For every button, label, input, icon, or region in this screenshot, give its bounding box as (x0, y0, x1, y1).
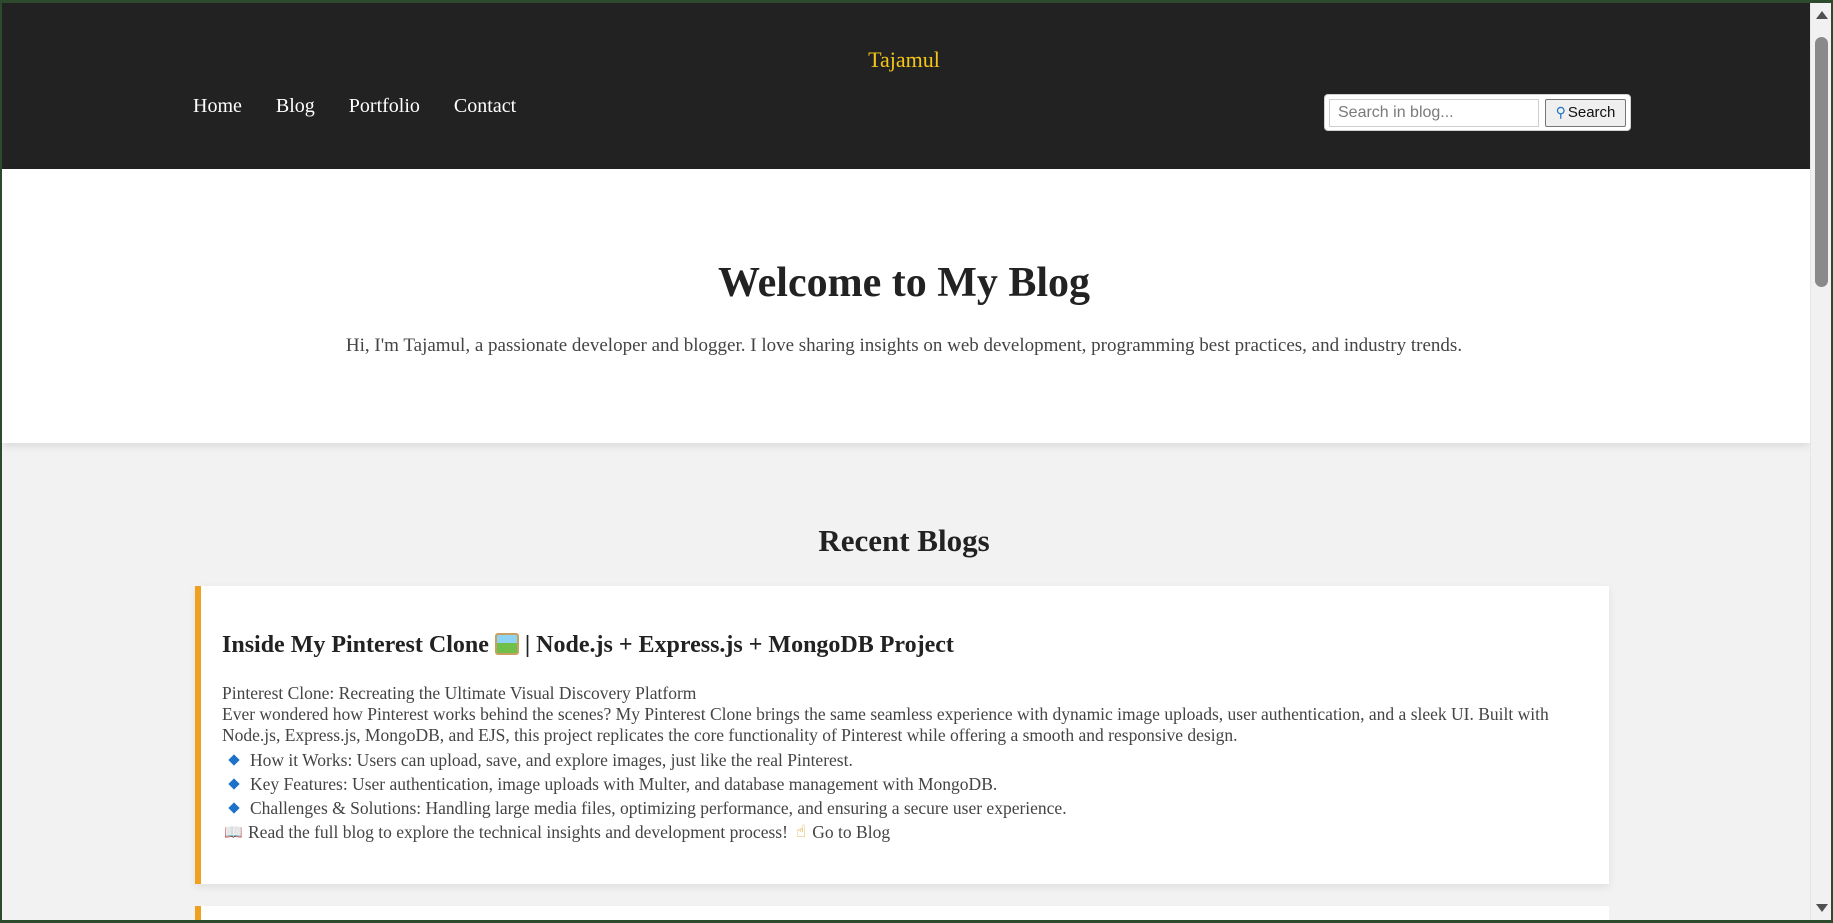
blue-diamond-icon (228, 802, 240, 814)
blog-card-next (195, 906, 1609, 920)
list-item: How it Works: Users can upload, save, an… (222, 748, 1589, 772)
nav-blog[interactable]: Blog (276, 95, 315, 118)
scroll-up-arrow-icon[interactable] (1816, 11, 1828, 19)
bullet-text: Key Features: User authentication, image… (250, 774, 998, 794)
blue-diamond-icon (228, 754, 240, 766)
bullet-text: Challenges & Solutions: Handling large m… (250, 798, 1067, 818)
search-button-label: Search (1567, 104, 1616, 121)
blog-card-subtitle: Pinterest Clone: Recreating the Ultimate… (222, 683, 697, 703)
hero-title: Welcome to My Blog (717, 260, 1091, 306)
blog-card-bullets: How it Works: Users can upload, save, an… (222, 748, 1589, 820)
magnifier-icon: ⚲ (1555, 104, 1566, 120)
scrollbar-thumb[interactable] (1815, 37, 1828, 287)
hero-intro: Hi, I'm Tajamul, a passionate developer … (345, 335, 1463, 356)
nav-contact[interactable]: Contact (454, 95, 516, 118)
recent-blogs-title: Recent Blogs (818, 523, 990, 558)
nav-home[interactable]: Home (193, 95, 242, 118)
site-header: Tajamul Home Blog Portfolio Contact ⚲ Se… (2, 3, 1810, 169)
list-item: Key Features: User authentication, image… (222, 772, 1589, 796)
blog-card: Inside My Pinterest Clone | Node.js + Exp… (195, 586, 1609, 884)
go-to-blog-link[interactable]: Go to Blog (812, 820, 890, 844)
vertical-scrollbar[interactable] (1810, 3, 1831, 920)
blog-card-cta: 📖 Read the full blog to explore the tech… (222, 820, 1589, 844)
main-nav: Home Blog Portfolio Contact (193, 95, 516, 118)
scroll-down-arrow-icon[interactable] (1816, 904, 1828, 912)
page-viewport: Tajamul Home Blog Portfolio Contact ⚲ Se… (2, 3, 1810, 920)
list-item: Challenges & Solutions: Handling large m… (222, 796, 1589, 820)
blog-title-part-1: Inside My Pinterest Clone (222, 632, 489, 658)
pointing-hand-icon: ☝ (795, 822, 807, 842)
browser-frame: Tajamul Home Blog Portfolio Contact ⚲ Se… (2, 3, 1831, 920)
blog-card-body: Ever wondered how Pinterest works behind… (222, 704, 1549, 745)
blog-title-part-2: | Node.js + Express.js + MongoDB Project (524, 632, 954, 658)
search-form: ⚲ Search (1324, 94, 1631, 131)
framed-picture-icon (494, 633, 519, 655)
search-input[interactable] (1329, 98, 1539, 127)
search-button[interactable]: ⚲ Search (1545, 98, 1626, 127)
nav-portfolio[interactable]: Portfolio (349, 95, 420, 118)
blog-card-title[interactable]: Inside My Pinterest Clone | Node.js + Exp… (222, 632, 1589, 659)
bullet-text: How it Works: Users can upload, save, an… (250, 750, 853, 770)
open-book-icon: 📖 (224, 823, 243, 841)
cta-text: Read the full blog to explore the techni… (248, 822, 788, 842)
site-brand: Tajamul (868, 47, 940, 72)
blue-diamond-icon (228, 778, 240, 790)
hero-section: Welcome to My Blog Hi, I'm Tajamul, a pa… (2, 169, 1810, 443)
